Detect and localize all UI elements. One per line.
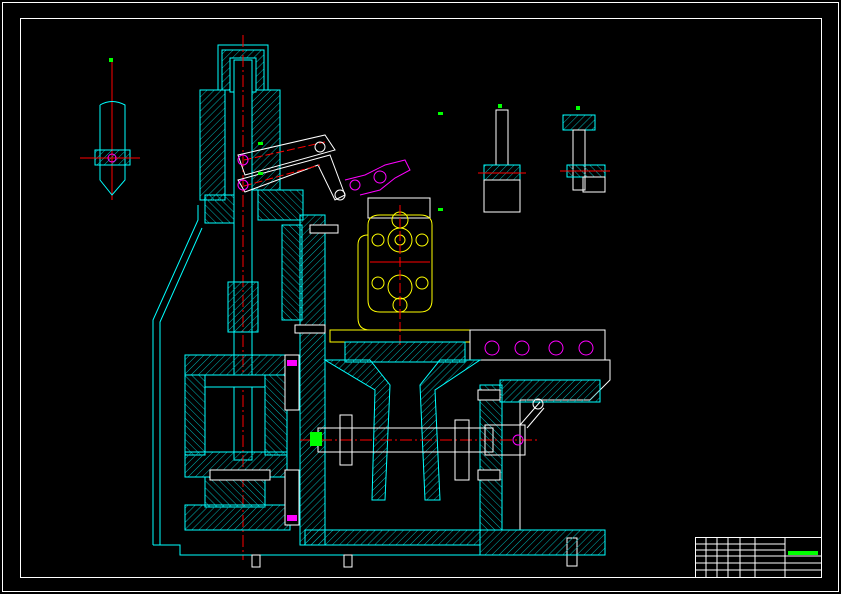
- detail-view-left: [80, 60, 140, 200]
- right-table: [300, 329, 611, 556]
- detail-view-right: [560, 114, 610, 193]
- inner-frame: [20, 18, 822, 578]
- dimension-marks: [109, 58, 580, 211]
- outer-frame: [2, 2, 839, 592]
- cad-drawing-canvas: [2, 2, 839, 592]
- clamp-fixture: [329, 197, 471, 363]
- title-block: [695, 537, 822, 578]
- main-body-section: [152, 35, 578, 568]
- detail-view-middle: [478, 109, 526, 213]
